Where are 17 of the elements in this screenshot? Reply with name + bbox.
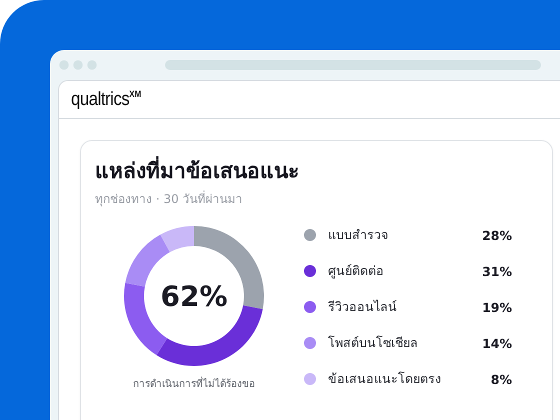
donut-center-value: 62% <box>160 280 228 312</box>
address-bar[interactable] <box>165 60 541 70</box>
legend-label: รีวิวออนไลน์ <box>328 298 398 316</box>
window-buttons-icon[interactable] <box>59 60 97 70</box>
legend-label: โพสต์บนโซเชียล <box>328 334 419 352</box>
legend-value: 19% <box>482 300 512 314</box>
card-subtitle: ทุกช่องทาง · 30 วันที่ผ่านมา <box>95 190 244 208</box>
legend-value: 28% <box>482 228 512 242</box>
logo: qualtrics$^{XM}$ <box>71 88 142 110</box>
legend-label: แบบสำรวจ <box>328 226 389 244</box>
legend-label: ข้อเสนอแนะโดยตรง <box>328 370 442 388</box>
legend-value: 8% <box>490 372 512 386</box>
legend-value: 31% <box>482 264 512 278</box>
legend-label: ศูนย์ติดต่อ <box>328 262 385 280</box>
card-title: แหล่งที่มาข้อเสนอแนะ <box>95 155 538 187</box>
legend-value: 14% <box>482 336 512 350</box>
chart-caption: การดำเนินการที่ไม่ได้ร้องขอ <box>133 376 255 391</box>
